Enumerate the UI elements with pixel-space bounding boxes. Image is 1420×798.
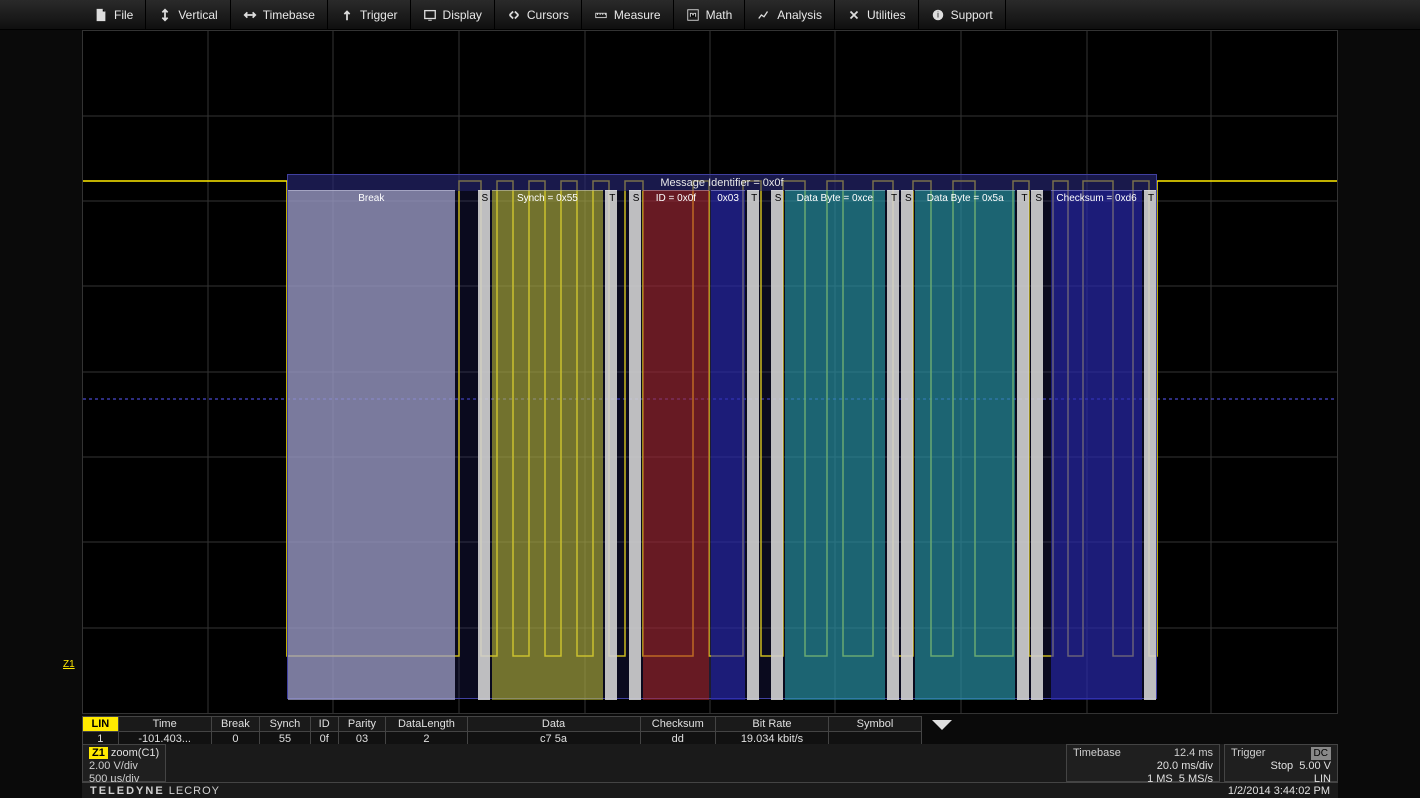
- menu-math-label: Math: [706, 0, 733, 30]
- menu-trigger-label: Trigger: [360, 0, 398, 30]
- field-id: ID = 0x0f: [643, 191, 709, 206]
- menu-cursors[interactable]: Cursors: [495, 0, 582, 30]
- math-icon: [686, 8, 700, 22]
- zoom-channel-chip[interactable]: Z1 zoom(C1) 2.00 V/div 500 µs/div: [82, 744, 166, 782]
- col-data[interactable]: Data: [467, 717, 640, 732]
- vertical-icon: [158, 8, 172, 22]
- s-marker: S: [1031, 191, 1043, 206]
- trigger-chip[interactable]: Trigger DC Stop 5.00 V LIN: [1224, 744, 1338, 782]
- trigger-level: 5.00 V: [1299, 760, 1331, 773]
- support-icon: i: [931, 8, 945, 22]
- clock: 1/2/2014 3:44:02 PM: [1228, 785, 1330, 797]
- footer: TELEDYNE LECROY 1/2/2014 3:44:02 PM: [82, 782, 1338, 798]
- field-checksum: Checksum = 0xd6: [1051, 191, 1142, 206]
- t-marker: T: [1144, 191, 1156, 206]
- field-data1: Data Byte = 0xce: [785, 191, 885, 206]
- field-sync: Synch = 0x55: [492, 191, 604, 206]
- measure-icon: [594, 8, 608, 22]
- timebase-val: 12.4 ms: [1174, 747, 1213, 760]
- z1-vdiv: 2.00 V/div: [89, 760, 138, 772]
- col-bitrate[interactable]: Bit Rate: [716, 717, 829, 732]
- analysis-icon: [757, 8, 771, 22]
- menu-analysis-label: Analysis: [777, 0, 822, 30]
- menubar: File Vertical Timebase Trigger Display C…: [0, 0, 1420, 30]
- menu-display-label: Display: [443, 0, 482, 30]
- timebase-icon: [243, 8, 257, 22]
- field-parity: 0x03: [711, 191, 745, 206]
- col-lin[interactable]: LIN: [83, 717, 119, 732]
- field-data2: Data Byte = 0x5a: [915, 191, 1015, 206]
- menu-utilities-label: Utilities: [867, 0, 906, 30]
- menu-timebase-label: Timebase: [263, 0, 315, 30]
- col-parity[interactable]: Parity: [338, 717, 386, 732]
- timebase-chip[interactable]: Timebase 12.4 ms 20.0 ms/div 1 MS 5 MS/s: [1066, 744, 1220, 782]
- s-marker: S: [771, 191, 783, 206]
- menu-vertical[interactable]: Vertical: [146, 0, 230, 30]
- menu-file-label: File: [114, 0, 133, 30]
- menu-utilities[interactable]: Utilities: [835, 0, 919, 30]
- bottom-info-bar: Z1 zoom(C1) 2.00 V/div 500 µs/div Timeba…: [82, 744, 1338, 782]
- menu-file[interactable]: File: [82, 0, 146, 30]
- col-chksum[interactable]: Checksum: [640, 717, 715, 732]
- zoom-channel-tag: Z1: [63, 659, 75, 670]
- menu-support-label: Support: [951, 0, 993, 30]
- trigger-title: Trigger: [1231, 747, 1265, 760]
- s-marker: S: [478, 191, 490, 206]
- z1-name: zoom(C1): [111, 747, 159, 759]
- timebase-tdiv: 20.0 ms/div: [1157, 760, 1213, 773]
- menu-trigger[interactable]: Trigger: [328, 0, 411, 30]
- trigger-icon: [340, 8, 354, 22]
- trigger-mode: DC: [1311, 747, 1331, 760]
- display-icon: [423, 8, 437, 22]
- menu-timebase[interactable]: Timebase: [231, 0, 328, 30]
- menu-cursors-label: Cursors: [527, 0, 569, 30]
- brand-2: LECROY: [165, 785, 220, 797]
- z1-badge: Z1: [89, 747, 108, 759]
- t-marker: T: [1017, 191, 1029, 206]
- menu-math[interactable]: Math: [674, 0, 746, 30]
- decode-fields: Break S Synch = 0x55 T S ID = 0x0f 0x03 …: [288, 190, 1158, 700]
- col-synch[interactable]: Synch: [260, 717, 311, 732]
- t-marker: T: [605, 191, 617, 206]
- menu-display[interactable]: Display: [411, 0, 495, 30]
- menu-vertical-label: Vertical: [178, 0, 217, 30]
- decode-table: LIN Time Break Synch ID Parity DataLengt…: [82, 716, 1338, 744]
- col-break[interactable]: Break: [211, 717, 259, 732]
- cursors-icon: [507, 8, 521, 22]
- waveform-panel[interactable]: Z1 Message Identifier = 0x0f Break S Syn…: [82, 30, 1338, 714]
- svg-text:i: i: [937, 10, 939, 19]
- file-icon: [94, 8, 108, 22]
- decode-overlay: Message Identifier = 0x0f Break S Synch …: [287, 174, 1157, 699]
- t-marker: T: [887, 191, 899, 206]
- utilities-icon: [847, 8, 861, 22]
- t-marker: T: [747, 191, 759, 206]
- trigger-state: Stop: [1271, 760, 1294, 773]
- menu-measure[interactable]: Measure: [582, 0, 674, 30]
- menu-analysis[interactable]: Analysis: [745, 0, 835, 30]
- decode-table-dropdown[interactable]: [932, 720, 952, 730]
- s-marker: S: [629, 191, 641, 206]
- menu-support[interactable]: i Support: [919, 0, 1006, 30]
- timebase-title: Timebase: [1073, 747, 1121, 760]
- s-marker: S: [901, 191, 913, 206]
- field-break: Break: [288, 191, 455, 206]
- col-datalen[interactable]: DataLength: [386, 717, 467, 732]
- decode-overlay-title: Message Identifier = 0x0f: [288, 175, 1156, 191]
- col-id[interactable]: ID: [310, 717, 338, 732]
- brand: TELEDYNE LECROY: [90, 785, 220, 797]
- col-time[interactable]: Time: [118, 717, 211, 732]
- menu-measure-label: Measure: [614, 0, 661, 30]
- brand-1: TELEDYNE: [90, 785, 165, 797]
- col-symbol[interactable]: Symbol: [829, 717, 922, 732]
